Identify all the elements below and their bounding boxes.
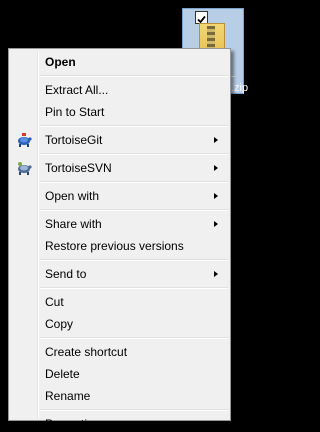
menu-item-extract-all[interactable]: Extract All... xyxy=(11,79,228,101)
chevron-right-icon xyxy=(214,193,218,199)
menu-separator xyxy=(40,337,228,339)
menu-separator xyxy=(40,287,228,289)
chevron-right-icon xyxy=(214,221,218,227)
tortoisegit-icon xyxy=(16,132,32,148)
context-menu: Open Extract All... Pin to Start Tortois… xyxy=(8,48,231,431)
menu-separator xyxy=(40,259,228,261)
menu-item-label: Extract All... xyxy=(45,83,109,97)
menu-item-copy[interactable]: Copy xyxy=(11,313,228,335)
menu-item-label: Open with xyxy=(45,189,100,203)
menu-item-label: Pin to Start xyxy=(45,105,105,119)
menu-item-label: Restore previous versions xyxy=(45,239,184,253)
menu-item-tortoisesvn[interactable]: TortoiseSVN xyxy=(11,157,228,179)
menu-item-send-to[interactable]: Send to xyxy=(11,263,228,285)
chevron-right-icon xyxy=(214,137,218,143)
menu-item-label: Properties xyxy=(45,417,100,431)
chevron-right-icon xyxy=(214,271,218,277)
chevron-right-icon xyxy=(214,165,218,171)
menu-separator xyxy=(40,409,228,411)
menu-separator xyxy=(40,153,228,155)
file-label-line1: L xyxy=(229,68,236,80)
menu-item-delete[interactable]: Delete xyxy=(11,363,228,385)
menu-item-cut[interactable]: Cut xyxy=(11,291,228,313)
menu-item-label: TortoiseGit xyxy=(45,133,103,147)
tortoisesvn-icon xyxy=(16,160,32,176)
menu-item-share-with[interactable]: Share with xyxy=(11,213,228,235)
desktop: L .zip Open Extract All... Pin to Start xyxy=(0,0,265,432)
menu-item-label: Send to xyxy=(45,267,87,281)
menu-item-label: TortoiseSVN xyxy=(45,161,112,175)
menu-item-label: Share with xyxy=(45,217,102,231)
menu-item-label: Copy xyxy=(45,317,74,331)
menu-item-open[interactable]: Open xyxy=(11,51,228,73)
menu-item-label: Open xyxy=(45,55,76,69)
menu-item-label: Create shortcut xyxy=(45,345,128,359)
menu-separator xyxy=(40,75,228,77)
menu-item-rename[interactable]: Rename xyxy=(11,385,228,407)
menu-item-label: Rename xyxy=(45,389,91,403)
menu-separator xyxy=(40,181,228,183)
menu-item-tortoisegit[interactable]: TortoiseGit xyxy=(11,129,228,151)
menu-separator xyxy=(40,209,228,211)
menu-item-create-shortcut[interactable]: Create shortcut xyxy=(11,341,228,363)
menu-item-pin-to-start[interactable]: Pin to Start xyxy=(11,101,228,123)
menu-item-label: Cut xyxy=(45,295,64,309)
menu-separator xyxy=(40,125,228,127)
file-label-line2: .zip xyxy=(231,82,249,94)
menu-item-label: Delete xyxy=(45,367,80,381)
menu-item-open-with[interactable]: Open with xyxy=(11,185,228,207)
menu-item-properties[interactable]: Properties xyxy=(11,413,228,432)
menu-item-restore-previous-versions[interactable]: Restore previous versions xyxy=(11,235,228,257)
